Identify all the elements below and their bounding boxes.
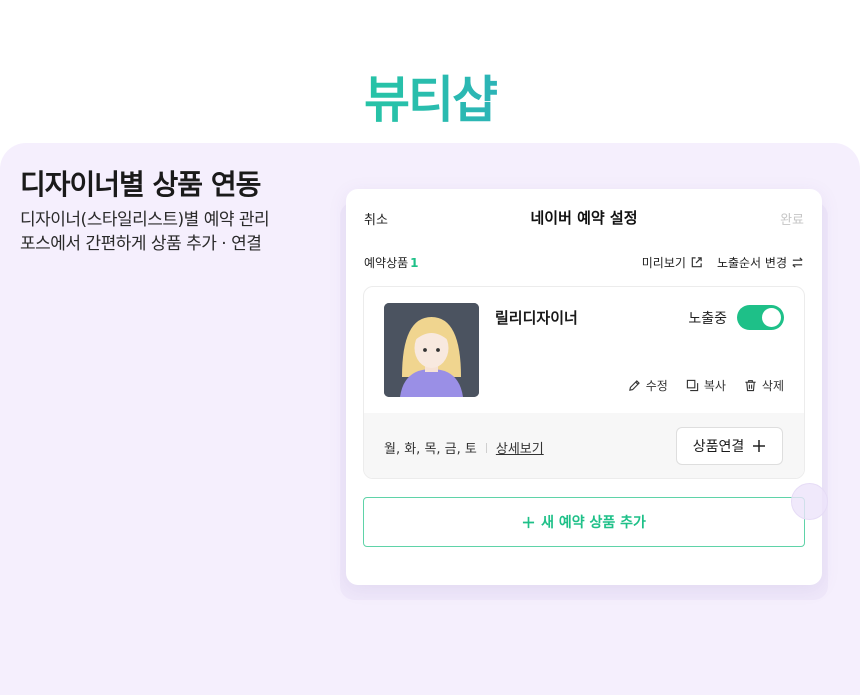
delete-button[interactable]: 삭제 (744, 377, 784, 394)
pencil-icon (628, 380, 640, 391)
reorder-label: 노출순서 변경 (716, 256, 787, 270)
feature-desc-line1: 디자이너(스타일리스트)별 예약 관리 (20, 210, 270, 230)
visibility-status: 노출중 (688, 305, 784, 330)
swap-arrows-icon (792, 257, 803, 268)
feature-headline: 디자이너별 상품 연동 (20, 168, 261, 201)
designer-illustration (384, 303, 479, 397)
add-reservation-product-label: 새 예약 상품 추가 (541, 515, 646, 531)
visibility-toggle[interactable] (737, 305, 784, 330)
sheet-top-bar: 취소 네이버 예약 설정 완료 (364, 209, 804, 229)
brand-title: 뷰티샵 (0, 60, 860, 132)
add-reservation-product-button[interactable]: 새 예약 상품 추가 (363, 497, 805, 547)
copy-button[interactable]: 복사 (686, 377, 726, 394)
edit-label: 수정 (645, 379, 668, 393)
feature-desc-line2: 포스에서 간편하게 상품 추가 · 연결 (20, 234, 262, 254)
detail-link[interactable]: 상세보기 (496, 438, 544, 457)
product-item: 릴리디자이너 노출중 수정 복사 삭제 월, 화, 목, 금, 토 상세보기 상… (363, 286, 805, 479)
visibility-status-label: 노출중 (688, 310, 727, 327)
floating-circle (791, 483, 828, 520)
edit-button[interactable]: 수정 (628, 377, 668, 394)
copy-icon (686, 379, 698, 392)
plus-icon (523, 516, 535, 528)
plus-icon (753, 440, 766, 452)
external-link-icon (691, 257, 702, 268)
designer-name: 릴리디자이너 (495, 309, 578, 327)
reorder-button[interactable]: 노출순서 변경 (717, 254, 804, 271)
list-header-actions: 미리보기 노출순서 변경 (642, 254, 804, 271)
feature-description: 디자이너(스타일리스트)별 예약 관리 포스에서 간편하게 상품 추가 · 연결 (20, 208, 270, 256)
copy-label: 복사 (703, 379, 726, 393)
trash-icon (745, 380, 756, 392)
divider (485, 442, 487, 453)
delete-label: 삭제 (761, 379, 784, 393)
available-days-text: 월, 화, 목, 금, 토 (384, 442, 477, 457)
sheet-title: 네이버 예약 설정 (530, 209, 638, 227)
toggle-knob (762, 308, 781, 327)
link-product-button[interactable]: 상품연결 (676, 427, 783, 465)
available-days: 월, 화, 목, 금, 토 상세보기 (384, 438, 544, 457)
item-footer: 월, 화, 목, 금, 토 상세보기 상품연결 (364, 413, 804, 478)
product-list-header: 예약상품 1 미리보기 노출순서 변경 (364, 254, 804, 272)
link-product-label: 상품연결 (692, 439, 745, 455)
preview-button[interactable]: 미리보기 (642, 254, 703, 271)
product-count: 1 (410, 256, 419, 270)
preview-label: 미리보기 (641, 256, 686, 270)
reservation-settings-sheet: 취소 네이버 예약 설정 완료 예약상품 1 미리보기 노출순서 변경 릴리디자… (346, 189, 822, 585)
item-actions: 수정 복사 삭제 (628, 377, 784, 394)
done-button[interactable]: 완료 (780, 209, 804, 228)
product-list-label: 예약상품 (364, 256, 409, 270)
designer-avatar (384, 303, 479, 397)
